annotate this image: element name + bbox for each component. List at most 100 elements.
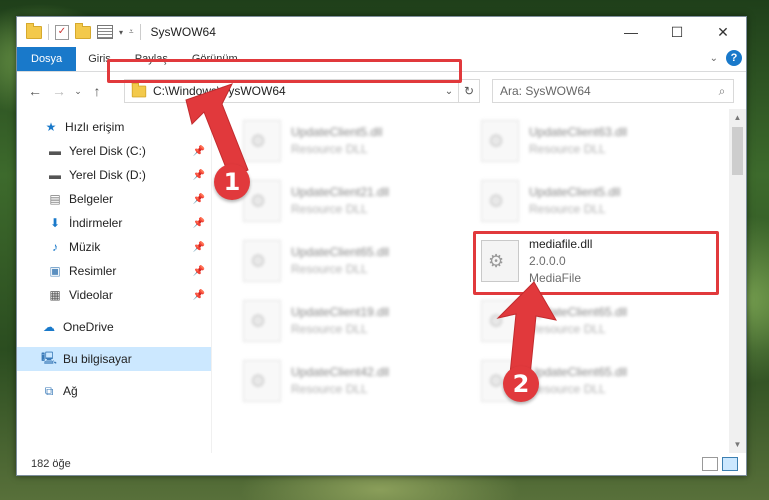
file-name: UpdateClient5.dll xyxy=(529,185,621,199)
properties-check-icon[interactable]: ✓ xyxy=(55,24,69,40)
sidebar-item-downloads[interactable]: ⬇ İndirmeler 📌 xyxy=(17,211,211,235)
scroll-thumb[interactable] xyxy=(732,127,743,175)
minimize-button[interactable]: — xyxy=(608,17,654,47)
sidebar-item-label: Videolar xyxy=(69,288,113,302)
pin-icon[interactable]: 📌 xyxy=(193,170,205,181)
file-description: Resource DLL xyxy=(291,322,368,336)
file-highlight-box xyxy=(473,231,719,295)
dll-file-icon xyxy=(481,300,519,342)
file-description: Resource DLL xyxy=(291,382,368,396)
tab-file[interactable]: Dosya xyxy=(17,47,77,71)
folder-icon xyxy=(26,22,42,39)
details-view-icon[interactable] xyxy=(702,457,718,471)
new-folder-icon[interactable] xyxy=(75,22,91,39)
sidebar-item-label: Ağ xyxy=(63,384,78,398)
dll-file-icon xyxy=(243,360,281,402)
sidebar-item-onedrive[interactable]: ☁ OneDrive xyxy=(17,315,211,339)
view-switcher xyxy=(702,457,738,471)
file-name: UpdateClient65.dll xyxy=(291,245,390,259)
network-icon: ⧉ xyxy=(44,383,54,398)
pin-icon[interactable]: 📌 xyxy=(193,194,205,205)
dll-file-icon xyxy=(481,180,519,222)
sidebar-item-disk-d[interactable]: ▬ Yerel Disk (D:) 📌 xyxy=(17,163,211,187)
sidebar-item-label: Bu bilgisayar xyxy=(63,352,132,366)
file-tile[interactable]: UpdateClient21.dll Resource DLL xyxy=(243,173,463,229)
pin-icon[interactable]: 📌 xyxy=(193,290,205,301)
documents-icon: ▤ xyxy=(49,192,61,206)
ribbon-right: ⌄ ? xyxy=(710,50,742,66)
sidebar-item-label: Hızlı erişim xyxy=(65,120,125,134)
search-icon[interactable]: ⌕ xyxy=(711,84,733,99)
file-description: Resource DLL xyxy=(529,382,606,396)
maximize-button[interactable]: ☐ xyxy=(654,17,700,47)
file-name: UpdateClient63.dll xyxy=(529,125,628,139)
sidebar-item-label: Resimler xyxy=(69,264,117,278)
refresh-icon[interactable]: ↻ xyxy=(458,80,479,102)
tiles-view-icon[interactable] xyxy=(722,457,738,471)
file-name: UpdateClient5.dll xyxy=(291,125,383,139)
recent-locations-icon[interactable]: ⌄ xyxy=(71,86,85,97)
dll-file-icon xyxy=(243,240,281,282)
drive-icon: ▬ xyxy=(49,168,61,182)
title-bar: ✓ ▾ ⩡ SysWOW64 — ☐ ✕ xyxy=(17,17,746,47)
file-tile[interactable]: UpdateClient5.dll Resource DLL xyxy=(243,113,463,169)
dll-file-icon xyxy=(243,300,281,342)
file-tile[interactable]: UpdateClient5.dll Resource DLL xyxy=(481,173,701,229)
up-arrow-icon[interactable]: ↑ xyxy=(85,83,109,99)
scroll-down-icon[interactable]: ▼ xyxy=(729,436,746,453)
sidebar-item-label: Belgeler xyxy=(69,192,114,206)
pin-icon[interactable]: 📌 xyxy=(193,146,205,157)
sidebar-item-pictures[interactable]: ▣ Resimler 📌 xyxy=(17,259,211,283)
sidebar-item-label: Yerel Disk (D:) xyxy=(69,168,146,182)
file-tile[interactable]: UpdateClient65.dll Resource DLL xyxy=(481,293,701,349)
music-icon: ♪ xyxy=(52,240,58,254)
sidebar-item-label: Yerel Disk (C:) xyxy=(69,144,146,158)
properties-icon[interactable] xyxy=(97,25,113,39)
file-description: Resource DLL xyxy=(529,142,606,156)
videos-icon: ▦ xyxy=(49,288,61,302)
file-description: Resource DLL xyxy=(291,262,368,276)
forward-arrow-icon[interactable]: → xyxy=(47,83,71,99)
sidebar-item-videos[interactable]: ▦ Videolar 📌 xyxy=(17,283,211,307)
dll-file-icon xyxy=(243,120,281,162)
pin-icon[interactable]: 📌 xyxy=(193,266,205,277)
quick-access-toolbar: ✓ ▾ ⩡ xyxy=(17,22,141,40)
pin-icon[interactable]: 📌 xyxy=(193,218,205,229)
file-tile[interactable]: UpdateClient63.dll Resource DLL xyxy=(481,113,701,169)
window-title: SysWOW64 xyxy=(150,25,216,39)
sidebar-item-network[interactable]: ⧉ Ağ xyxy=(17,379,211,403)
sidebar-item-documents[interactable]: ▤ Belgeler 📌 xyxy=(17,187,211,211)
chevron-down-icon[interactable]: ▾ xyxy=(119,28,123,37)
folder-icon xyxy=(131,82,147,97)
sidebar-item-label: OneDrive xyxy=(63,320,114,334)
file-name: UpdateClient19.dll xyxy=(291,305,390,319)
item-count: 182 öğe xyxy=(31,458,71,470)
file-description: Resource DLL xyxy=(291,202,368,216)
pin-icon[interactable]: 📌 xyxy=(193,242,205,253)
file-description: Resource DLL xyxy=(529,322,606,336)
customize-toolbar-icon[interactable]: ⩡ xyxy=(129,27,134,37)
sidebar-item-this-pc[interactable]: 🖳 Bu bilgisayar xyxy=(17,347,211,371)
sidebar-item-quick-access[interactable]: ★ Hızlı erişim xyxy=(17,115,211,139)
address-path[interactable]: C:\Windows\SysWOW64 xyxy=(153,84,440,98)
file-tile[interactable]: UpdateClient42.dll Resource DLL xyxy=(243,353,463,409)
file-tile[interactable]: UpdateClient19.dll Resource DLL xyxy=(243,293,463,349)
sidebar-item-disk-c[interactable]: ▬ Yerel Disk (C:) 📌 xyxy=(17,139,211,163)
search-input[interactable]: Ara: SysWOW64 xyxy=(500,84,711,98)
dll-file-icon xyxy=(481,120,519,162)
file-name: UpdateClient21.dll xyxy=(291,185,390,199)
window-controls: — ☐ ✕ xyxy=(608,17,746,47)
expand-ribbon-icon[interactable]: ⌄ xyxy=(710,53,718,64)
chevron-down-icon[interactable]: ⌄ xyxy=(440,86,458,97)
address-highlight-box xyxy=(107,59,462,83)
close-button[interactable]: ✕ xyxy=(700,17,746,47)
file-tile[interactable]: UpdateClient65.dll Resource DLL xyxy=(243,233,463,289)
sidebar-item-music[interactable]: ♪ Müzik 📌 xyxy=(17,235,211,259)
back-arrow-icon[interactable]: ← xyxy=(23,83,47,99)
computer-icon: 🖳 xyxy=(41,350,58,365)
help-icon[interactable]: ? xyxy=(726,50,742,66)
download-icon: ⬇ xyxy=(49,216,61,230)
vertical-scrollbar[interactable]: ▲ ▼ xyxy=(729,109,746,453)
search-box[interactable]: Ara: SysWOW64 ⌕ xyxy=(492,79,734,103)
scroll-up-icon[interactable]: ▲ xyxy=(729,109,746,126)
